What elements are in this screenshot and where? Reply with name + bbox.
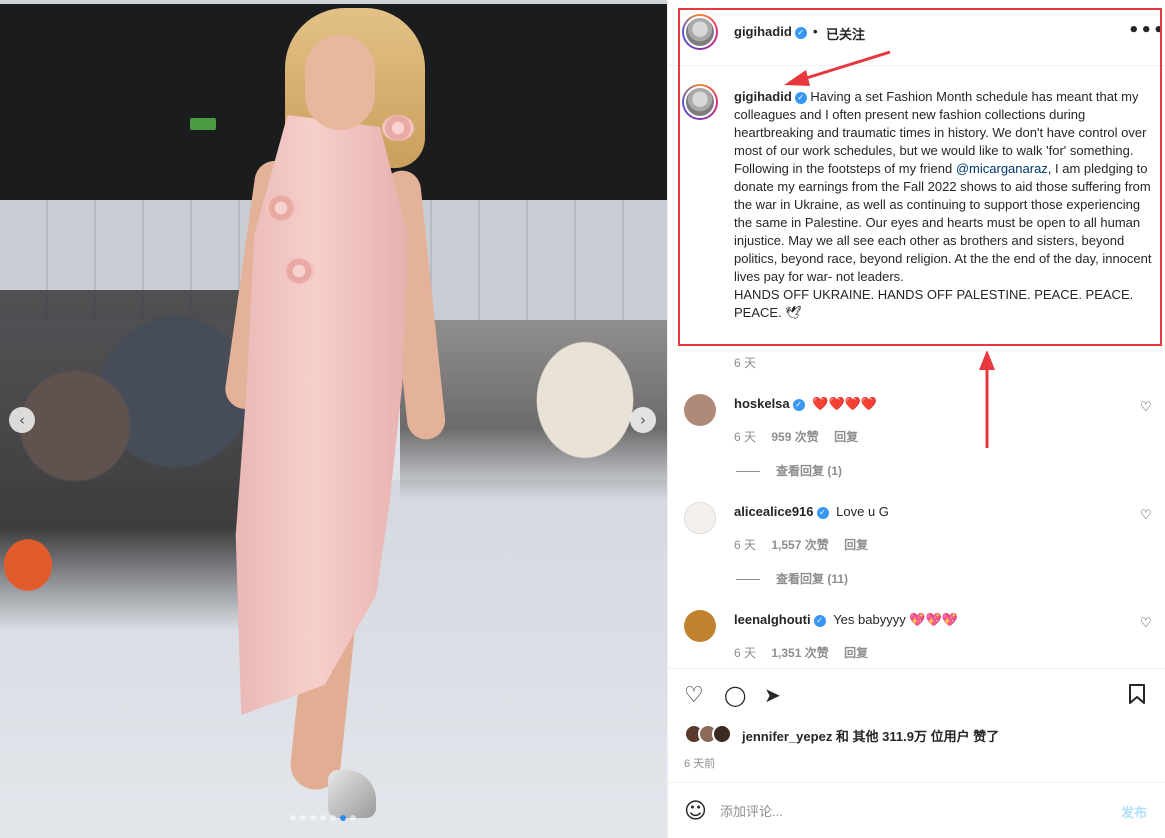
dress-rose	[265, 195, 297, 221]
carousel-dot	[290, 815, 296, 821]
commenter-username[interactable]: hoskelsa	[734, 396, 790, 411]
caption-timestamp: 6 天	[734, 356, 757, 370]
comment-like-heart-icon[interactable]: ♡	[1140, 616, 1152, 631]
post-actions: ♡ ◯ ➤ jennifer_yepez 和 其他 311.9万 位用户 赞了 …	[668, 668, 1165, 782]
exit-sign	[190, 118, 216, 130]
comment-likes[interactable]: 959 次赞	[771, 430, 818, 444]
comment-time: 6 天	[734, 430, 757, 444]
comment-meta: 6 天 1,351 次赞 回复	[734, 644, 868, 661]
verified-icon: ✓	[816, 506, 829, 519]
comment-like-heart-icon[interactable]: ♡	[1140, 508, 1152, 523]
post-timestamp: 6 天前	[684, 758, 716, 770]
caption-username[interactable]: gigihadid	[734, 89, 792, 104]
comment-text: ❤️❤️❤️❤️	[812, 396, 878, 411]
comment-input[interactable]	[720, 799, 1100, 823]
chevron-right-icon: ›	[640, 411, 646, 429]
comment-icon[interactable]: ◯	[724, 683, 746, 707]
comment-meta: 6 天 1,557 次赞 回复	[734, 536, 868, 553]
comment-bar: ☺ 发布	[668, 782, 1165, 838]
comment-text: Yes babyyyy 💖💖💖	[833, 612, 958, 627]
commenter-avatar[interactable]	[684, 394, 716, 426]
post-panel: gigihadid ✓ • 已关注 ••• gigihadid ✓ Having a…	[667, 0, 1165, 838]
comment-text: Love u G	[836, 504, 889, 519]
comment-time: 6 天	[734, 646, 757, 660]
like-heart-icon[interactable]: ♡	[684, 683, 704, 708]
comment-likes[interactable]: 1,351 次赞	[771, 646, 828, 660]
commenter-username[interactable]: alicealice916	[734, 504, 814, 519]
verified-icon: ✓	[792, 398, 805, 411]
share-icon[interactable]: ➤	[764, 683, 781, 707]
comment-meta: 6 天 959 次赞 回复	[734, 428, 858, 445]
post-comment-button[interactable]: 发布	[1121, 802, 1147, 821]
post-image: ‹ ›	[0, 0, 667, 838]
commenter-username[interactable]: leenalghouti	[734, 612, 811, 627]
carousel-prev-button[interactable]: ‹	[9, 407, 35, 433]
comment-body: leenalghouti ✓ Yes babyyyy 💖💖💖	[734, 612, 958, 628]
audience-shoes	[0, 520, 70, 610]
replies-line	[736, 579, 760, 581]
commenter-avatar[interactable]	[684, 610, 716, 642]
carousel-dot	[350, 815, 356, 821]
commenter-avatar[interactable]	[684, 502, 716, 534]
caption-author-avatar[interactable]	[682, 84, 718, 120]
caption-text-part2: , I am pledging to donate my earnings fr…	[734, 161, 1152, 284]
view-replies-button[interactable]: 查看回复 (1)	[736, 462, 842, 479]
likes-summary[interactable]: jennifer_yepez 和 其他 311.9万 位用户 赞了	[742, 726, 999, 745]
comment-likes[interactable]: 1,557 次赞	[771, 538, 828, 552]
comment-body: alicealice916 ✓ Love u G	[734, 504, 889, 519]
comment-reply-button[interactable]: 回复	[834, 430, 858, 444]
carousel-dot	[330, 815, 336, 821]
dress-rose	[283, 258, 315, 284]
comment-reply-button[interactable]: 回复	[844, 538, 868, 552]
emoji-icon[interactable]: ☺	[684, 799, 707, 824]
carousel-dot	[320, 815, 326, 821]
comment-reply-button[interactable]: 回复	[844, 646, 868, 660]
view-replies-button[interactable]: 查看回复 (11)	[736, 570, 848, 587]
comment-body: hoskelsa ✓ ❤️❤️❤️❤️	[734, 396, 877, 412]
view-replies-label[interactable]: 查看回复 (11)	[776, 572, 848, 586]
carousel-dot	[300, 815, 306, 821]
post-caption: gigihadid ✓ Having a set Fashion Month sc…	[734, 88, 1154, 322]
verified-icon: ✓	[794, 91, 807, 104]
carousel-next-button[interactable]: ›	[630, 407, 656, 433]
carousel-dot	[310, 815, 316, 821]
caption-text-part3: HANDS OFF UKRAINE. HANDS OFF PALESTINE. …	[734, 287, 1134, 320]
carousel-dot	[340, 815, 346, 821]
chevron-left-icon: ‹	[19, 411, 25, 429]
comment-time: 6 天	[734, 538, 757, 552]
ceiling-light	[0, 0, 667, 4]
carousel-dots	[290, 815, 356, 821]
comment-like-heart-icon[interactable]: ♡	[1140, 400, 1152, 415]
replies-line	[736, 471, 760, 473]
verified-icon: ✓	[813, 614, 826, 627]
view-replies-label[interactable]: 查看回复 (1)	[776, 464, 842, 478]
liked-by-avatars[interactable]	[684, 724, 732, 744]
model-face	[305, 35, 375, 130]
caption-mention-link[interactable]: @micarganaraz	[956, 161, 1048, 176]
bookmark-icon[interactable]	[1128, 683, 1146, 710]
dress-rose	[382, 115, 414, 141]
